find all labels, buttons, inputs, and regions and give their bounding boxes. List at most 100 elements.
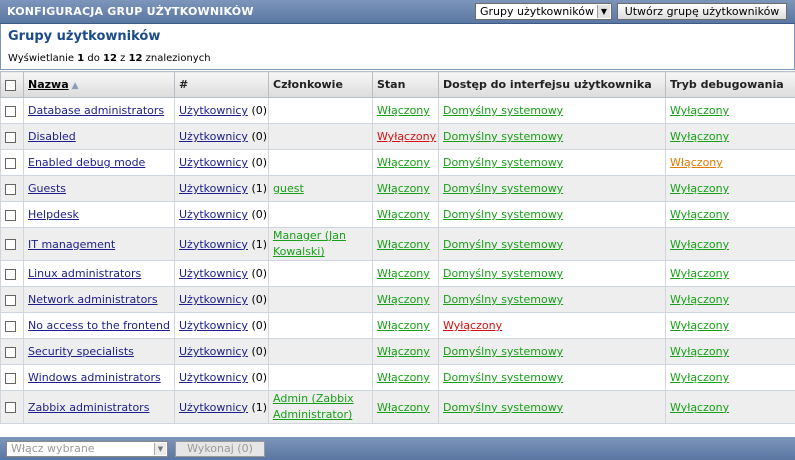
chevron-down-icon[interactable]: ▼ (154, 443, 166, 455)
row-checkbox[interactable] (5, 209, 16, 221)
row-checkbox[interactable] (5, 372, 16, 384)
view-select[interactable]: Grupy użytkowników ▼ (475, 3, 612, 20)
row-checkbox[interactable] (5, 402, 16, 413)
column-name[interactable]: Nazwa ▲ (23, 71, 175, 98)
status-cell: Włączony (372, 227, 439, 261)
users-link[interactable]: Użytkownicy (179, 130, 248, 143)
group-name-link[interactable]: Linux administrators (28, 267, 141, 280)
gui-access-link[interactable]: Domyślny systemowy (443, 267, 563, 280)
name-cell: Linux administrators (23, 260, 175, 287)
users-count: (0) (251, 130, 268, 143)
row-checkbox[interactable] (5, 346, 16, 358)
group-name-link[interactable]: Security specialists (28, 345, 134, 358)
users-cell: Użytkownicy (0) (174, 286, 269, 313)
paging-prefix: Wyświetlanie (8, 53, 78, 64)
chevron-down-icon[interactable]: ▼ (597, 5, 610, 18)
users-link[interactable]: Użytkownicy (179, 104, 248, 117)
status-toggle-link[interactable]: Wyłączony (377, 130, 436, 143)
execute-button[interactable]: Wykonaj (0) (175, 441, 265, 457)
status-toggle-link[interactable]: Włączony (377, 104, 430, 117)
member-link[interactable]: guest (273, 182, 304, 195)
gui-access-link[interactable]: Domyślny systemowy (443, 156, 563, 169)
page-header: KONFIGURACJA GRUP UŻYTKOWNIKÓW Grupy uży… (0, 0, 795, 24)
debug-toggle-link[interactable]: Wyłączony (670, 371, 729, 384)
users-cell: Użytkownicy (0) (174, 260, 269, 287)
debug-toggle-link[interactable]: Wyłączony (670, 182, 729, 195)
gui-access-link[interactable]: Wyłączony (443, 319, 502, 332)
sort-by-name-link[interactable]: Nazwa (28, 78, 69, 91)
group-name-link[interactable]: IT management (28, 238, 115, 251)
users-link[interactable]: Użytkownicy (179, 208, 248, 221)
group-name-link[interactable]: Enabled debug mode (28, 156, 145, 169)
status-toggle-link[interactable]: Włączony (377, 238, 430, 251)
row-checkbox[interactable] (5, 183, 16, 195)
status-cell: Włączony (372, 97, 439, 124)
debug-toggle-link[interactable]: Wyłączony (670, 130, 729, 143)
debug-toggle-link[interactable]: Wyłączony (670, 104, 729, 117)
status-cell: Włączony (372, 286, 439, 313)
member-link[interactable]: Admin (Zabbix Administrator) (273, 392, 354, 421)
users-link[interactable]: Użytkownicy (179, 182, 248, 195)
gui-access-link[interactable]: Domyślny systemowy (443, 104, 563, 117)
mass-action-select[interactable]: Włącz wybrane ▼ (6, 441, 168, 457)
gui-access-link[interactable]: Domyślny systemowy (443, 371, 563, 384)
select-all-checkbox[interactable] (5, 79, 16, 91)
group-name-link[interactable]: Database administrators (28, 104, 164, 117)
users-link[interactable]: Użytkownicy (179, 401, 248, 414)
gui-access-cell: Domyślny systemowy (438, 149, 666, 176)
group-name-link[interactable]: No access to the frontend (28, 319, 170, 332)
row-checkbox[interactable] (5, 294, 16, 306)
gui-access-link[interactable]: Domyślny systemowy (443, 293, 563, 306)
users-count: (0) (251, 267, 268, 280)
group-name-link[interactable]: Zabbix administrators (28, 401, 149, 414)
status-toggle-link[interactable]: Włączony (377, 401, 430, 414)
row-checkbox[interactable] (5, 268, 16, 280)
gui-access-link[interactable]: Domyślny systemowy (443, 130, 563, 143)
debug-toggle-link[interactable]: Wyłączony (670, 238, 729, 251)
status-toggle-link[interactable]: Włączony (377, 345, 430, 358)
debug-toggle-link[interactable]: Wyłączony (670, 345, 729, 358)
users-link[interactable]: Użytkownicy (179, 238, 248, 251)
status-toggle-link[interactable]: Włączony (377, 156, 430, 169)
status-toggle-link[interactable]: Włączony (377, 267, 430, 280)
row-checkbox[interactable] (5, 105, 16, 117)
debug-toggle-link[interactable]: Wyłączony (670, 401, 729, 414)
row-checkbox[interactable] (5, 320, 16, 332)
debug-toggle-link[interactable]: Wyłączony (670, 267, 729, 280)
row-checkbox[interactable] (5, 131, 16, 143)
column-count: # (174, 71, 269, 98)
group-name-link[interactable]: Guests (28, 182, 66, 195)
users-link[interactable]: Użytkownicy (179, 319, 248, 332)
group-name-link[interactable]: Helpdesk (28, 208, 79, 221)
gui-access-link[interactable]: Domyślny systemowy (443, 238, 563, 251)
mass-action-placeholder: Włącz wybrane (11, 442, 95, 455)
users-link[interactable]: Użytkownicy (179, 267, 248, 280)
group-name-link[interactable]: Disabled (28, 130, 76, 143)
row-checkbox[interactable] (5, 157, 16, 169)
member-link[interactable]: Manager (Jan Kowalski) (273, 229, 346, 258)
users-link[interactable]: Użytkownicy (179, 371, 248, 384)
debug-toggle-link[interactable]: Wyłączony (670, 208, 729, 221)
gui-access-link[interactable]: Domyślny systemowy (443, 345, 563, 358)
create-user-group-button[interactable]: Utwórz grupę użytkowników (617, 3, 787, 20)
users-link[interactable]: Użytkownicy (179, 345, 248, 358)
group-name-link[interactable]: Network administrators (28, 293, 158, 306)
table-row: Network administrators Użytkownicy (0) Włą… (0, 286, 795, 313)
paging-suffix: znalezionych (142, 53, 211, 64)
gui-access-link[interactable]: Domyślny systemowy (443, 401, 563, 414)
status-toggle-link[interactable]: Włączony (377, 293, 430, 306)
status-toggle-link[interactable]: Włączony (377, 208, 430, 221)
group-name-link[interactable]: Windows administrators (28, 371, 161, 384)
status-toggle-link[interactable]: Włączony (377, 319, 430, 332)
row-checkbox[interactable] (5, 239, 16, 250)
status-toggle-link[interactable]: Włączony (377, 371, 430, 384)
gui-access-link[interactable]: Domyślny systemowy (443, 182, 563, 195)
debug-toggle-link[interactable]: Wyłączony (670, 319, 729, 332)
users-link[interactable]: Użytkownicy (179, 293, 248, 306)
debug-toggle-link[interactable]: Włączony (670, 156, 723, 169)
users-link[interactable]: Użytkownicy (179, 156, 248, 169)
gui-access-link[interactable]: Domyślny systemowy (443, 208, 563, 221)
debug-toggle-link[interactable]: Wyłączony (670, 293, 729, 306)
column-status: Stan (372, 71, 439, 98)
status-toggle-link[interactable]: Włączony (377, 182, 430, 195)
